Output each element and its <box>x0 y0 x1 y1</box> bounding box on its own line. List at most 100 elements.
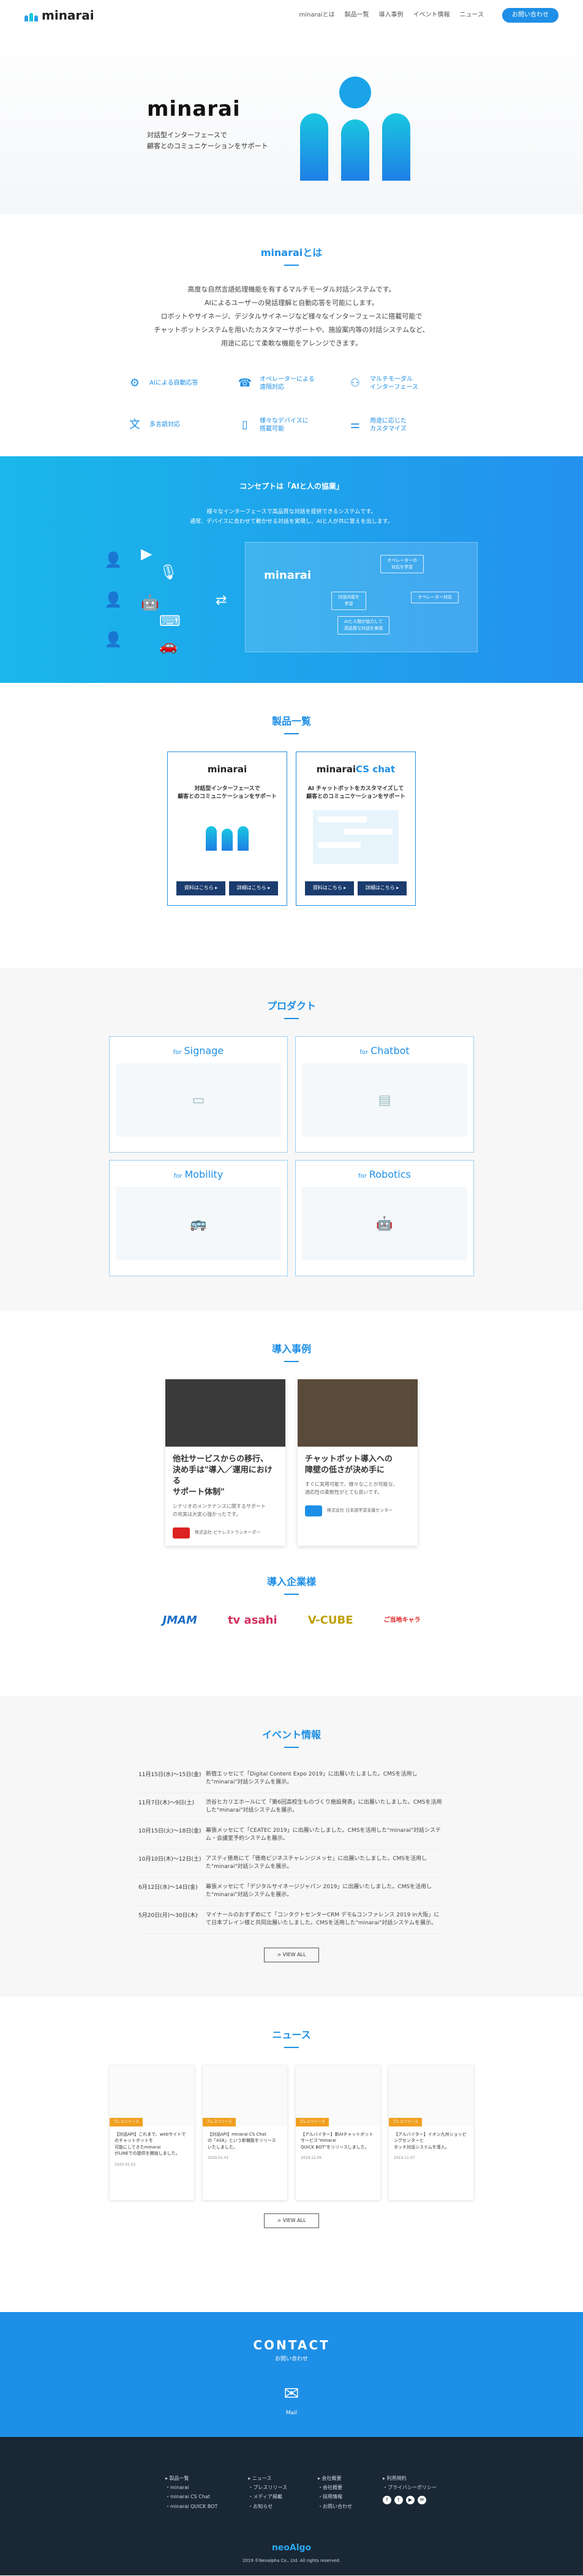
project-card-robotics[interactable]: for Robotics 🤖 <box>295 1159 474 1276</box>
footer-link[interactable]: ・minarai CS Chat <box>165 2492 217 2501</box>
footer-link[interactable]: ▸ 利用規約 <box>383 2474 437 2483</box>
footer-link[interactable]: ▸ ニュース <box>248 2474 287 2483</box>
concept-text: 様々なインターフェースで高品質な対話を提供できるシステムです。 通常、デバイスに… <box>190 509 393 525</box>
event-item[interactable]: 10月10日(木)〜12日(土) アスティ徳島にて「徳島ビジネスチャレンジメッセ」… <box>138 1850 445 1878</box>
event-item[interactable]: 11月7日(木)〜9日(土) 渋谷ヒカリエホールにて「第6回高校生ものづくり施設発… <box>138 1793 445 1821</box>
details-button[interactable]: 詳細はこちら ▸ <box>358 881 407 895</box>
site-logo[interactable]: minarai <box>24 6 94 25</box>
project-card-chatbot[interactable]: for Chatbot ▤ <box>295 1036 474 1153</box>
footer-link[interactable]: ・採用情報 <box>318 2492 352 2501</box>
facebook-icon[interactable]: f <box>382 2496 391 2505</box>
case-card[interactable]: チャットボット導入への 障壁の低さが決め手に すぐに実用可能で、様々なことが可能… <box>298 1379 418 1546</box>
multimodal-icon: ⚇ <box>350 376 361 390</box>
event-item[interactable]: 5月20日(月)〜30日(木) マイナールのおすずめにて「コンタクトセンターCRM… <box>138 1906 445 1934</box>
news-title: ニュース <box>0 2027 583 2048</box>
news-card[interactable]: プレスリリース 【対話API】これまで、webサイトでのチャットボットを 可能にし… <box>110 2065 194 2200</box>
news-view-all-button[interactable]: > VIEW ALL <box>264 2213 319 2229</box>
client-logo: V-CUBE <box>307 1613 353 1627</box>
footer-link[interactable]: ・お問い合わせ <box>318 2502 352 2511</box>
case-image <box>298 1379 418 1447</box>
concept-diagram: minarai オペレーターの 対応を学習 対話内容を 学習 AIと人間が協力し… <box>245 542 478 652</box>
product-tagline: AI チャットボットをカスタマイズして 顧客とのコミュニケーションをサポート <box>306 785 405 800</box>
robot-icon: 🤖 <box>141 594 159 611</box>
footer-link[interactable]: ・お知らせ <box>248 2502 287 2511</box>
project-card-mobility[interactable]: for Mobility 🚌 <box>109 1159 288 1276</box>
brochure-button[interactable]: 資料はこちら ▸ <box>176 881 225 895</box>
product-buttons: 資料はこちら ▸ 詳細はこちら ▸ <box>176 881 278 895</box>
project-card-signage[interactable]: for Signage ▭ <box>109 1036 288 1153</box>
mic-icon: 🎙 <box>159 563 178 581</box>
case-text: シナリオのメンテナンスに関するサポート の充実は大変心強かったです。 <box>173 1504 266 1518</box>
nav-item[interactable]: 導入事例 <box>379 10 404 20</box>
minarai-logo-icon <box>24 9 38 21</box>
twitter-icon[interactable]: t <box>394 2496 403 2505</box>
product-card: minaraiCS chat AI チャットボットをカスタマイズして 顧客とのコ… <box>296 751 416 906</box>
user-icon: 👤 <box>104 631 122 648</box>
event-item[interactable]: 6月12日(水)〜14日(金) 幕張メッセにて「デジタルサイネージジャパン 201… <box>138 1878 445 1906</box>
chatbot-image: ▤ <box>302 1063 467 1137</box>
concept-center-logo: minarai <box>264 569 312 582</box>
product-logo: minaraiCS chat <box>316 763 396 775</box>
case-list: 他社サービスからの移行、 決め手は"導入／運用における サポート体制" シナリオ… <box>0 1379 583 1546</box>
chat-mock-image <box>313 810 399 864</box>
concept-pill: オペレーターの 対応を学習 <box>380 555 424 574</box>
product-buttons: 資料はこちら ▸ 詳細はこちら ▸ <box>305 881 407 895</box>
about-title: minaraiとは <box>0 245 583 266</box>
nav-item[interactable]: ニュース <box>460 10 484 20</box>
case-company: 株式会社 ビヤレストランオーダー <box>195 1530 261 1535</box>
site-header: minarai minaraiとは 製品一覧 導入事例 イベント情報 ニュース … <box>0 0 583 31</box>
client-logo: ご当地キャラ <box>383 1616 421 1624</box>
contact-button[interactable]: お問い合わせ <box>502 8 559 23</box>
event-item[interactable]: 10月15日(火)〜18日(金) 幕張メッセにて「CEATEC 2019」に出展い… <box>138 1821 445 1850</box>
news-image: プレスリリース <box>296 2065 380 2126</box>
product-tagline: 対話型インターフェースで 顧客とのコミュニケーションをサポート <box>178 785 277 800</box>
main-nav: minaraiとは 製品一覧 導入事例 イベント情報 ニュース <box>299 10 484 20</box>
mail-label[interactable]: Mail <box>0 2409 583 2417</box>
footer-link[interactable]: ・プライバシーポリシー <box>383 2483 437 2492</box>
projects-section: プロダクト for Signage ▭ for Chatbot ▤ for Mobil… <box>0 968 583 1311</box>
events-view-all-button[interactable]: > VIEW ALL <box>264 1947 319 1963</box>
hero: minarai 対話型インターフェースで 顧客とのコミュニケーションをサポート <box>0 31 583 214</box>
concept-section: コンセプトは「AIと人の協業」 様々なインターフェースで高品質な対話を提供できる… <box>0 456 583 683</box>
concept-pill: オペレーター対応 <box>411 592 459 604</box>
footer-link[interactable]: ・プレスリリース <box>248 2483 287 2492</box>
nav-item[interactable]: minaraiとは <box>299 10 334 20</box>
news-image: プレスリリース <box>110 2065 194 2126</box>
news-list: プレスリリース 【対話API】これまで、webサイトでのチャットボットを 可能にし… <box>0 2065 583 2200</box>
footer-link[interactable]: ・minarai <box>165 2483 217 2492</box>
clients-section: 導入企業様 JMAM tv asahi V-CUBE ご当地キャラ <box>0 1556 583 1697</box>
footer-link[interactable]: ・メディア掲載 <box>248 2492 287 2501</box>
nav-item[interactable]: 製品一覧 <box>345 10 369 20</box>
about-text: 高度な自然言語処理機能を有するマルチモーダル対話システムです。 AIによるユーザ… <box>154 285 429 347</box>
user-icon: 👤 <box>104 551 122 568</box>
about-section: minaraiとは 高度な自然言語処理機能を有するマルチモーダル対話システムです… <box>0 214 583 456</box>
youtube-icon[interactable]: ▶ <box>405 2496 415 2505</box>
nav-item[interactable]: イベント情報 <box>413 10 450 20</box>
case-text: すぐに実用可能で、様々なことが可能な、 適応性の柔軟性がとても良いです。 <box>305 1481 398 1495</box>
product-card: minarai 対話型インターフェースで 顧客とのコミュニケーションをサポート … <box>167 751 287 906</box>
client-logo: tv asahi <box>227 1613 277 1627</box>
hero-subtitle: 対話型インターフェースで 顧客とのコミュニケーションをサポート <box>147 130 268 151</box>
concept-title: コンセプトは「AIと人の協業」 <box>239 482 344 491</box>
event-list: 11月15日(水)〜15日(金) 新宿エッセにて「Digital Content … <box>138 1765 445 1934</box>
case-card[interactable]: 他社サービスからの移行、 決め手は"導入／運用における サポート体制" シナリオ… <box>165 1379 285 1546</box>
news-card[interactable]: プレスリリース 【対話API】minarai CS Chat の「ASK」という新… <box>203 2065 287 2200</box>
feature-item: ⚇ マルチモーダル インターフェース <box>347 375 457 392</box>
product-logo: minarai <box>207 763 247 775</box>
client-logos: JMAM tv asahi V-CUBE ご当地キャラ <box>0 1612 583 1630</box>
company-logo[interactable]: neoAlgo <box>0 2541 583 2555</box>
footer-link[interactable]: ・minarai QUICK BOT <box>165 2502 217 2511</box>
feature-item: ⚙ AIによる自動応答 <box>126 375 236 392</box>
event-item[interactable]: 11月15日(水)〜15日(金) 新宿エッセにて「Digital Content … <box>138 1765 445 1793</box>
bidirectional-arrow-icon: ⇄ <box>216 593 227 608</box>
news-card[interactable]: プレスリリース 【アルバイター】イオン九州ショッピングセンターと タッチ対話システ… <box>389 2065 473 2200</box>
details-button[interactable]: 詳細はこちら ▸ <box>229 881 278 895</box>
brochure-button[interactable]: 資料はこちら ▸ <box>305 881 354 895</box>
news-section: ニュース プレスリリース 【対話API】これまで、webサイトでのチャットボットを… <box>0 1997 583 2312</box>
footer-link[interactable]: ▸ 製品一覧 <box>165 2474 217 2483</box>
news-card[interactable]: プレスリリース 【アルバイター】新AIチャットボットサービス"minarai QU… <box>296 2065 380 2200</box>
footer-link[interactable]: ▸ 会社概要 <box>318 2474 352 2483</box>
mail-icon[interactable]: ✉ <box>0 2379 583 2409</box>
footer-link[interactable]: ・会社概要 <box>318 2483 352 2492</box>
mail-icon[interactable]: ✉ <box>417 2496 426 2505</box>
